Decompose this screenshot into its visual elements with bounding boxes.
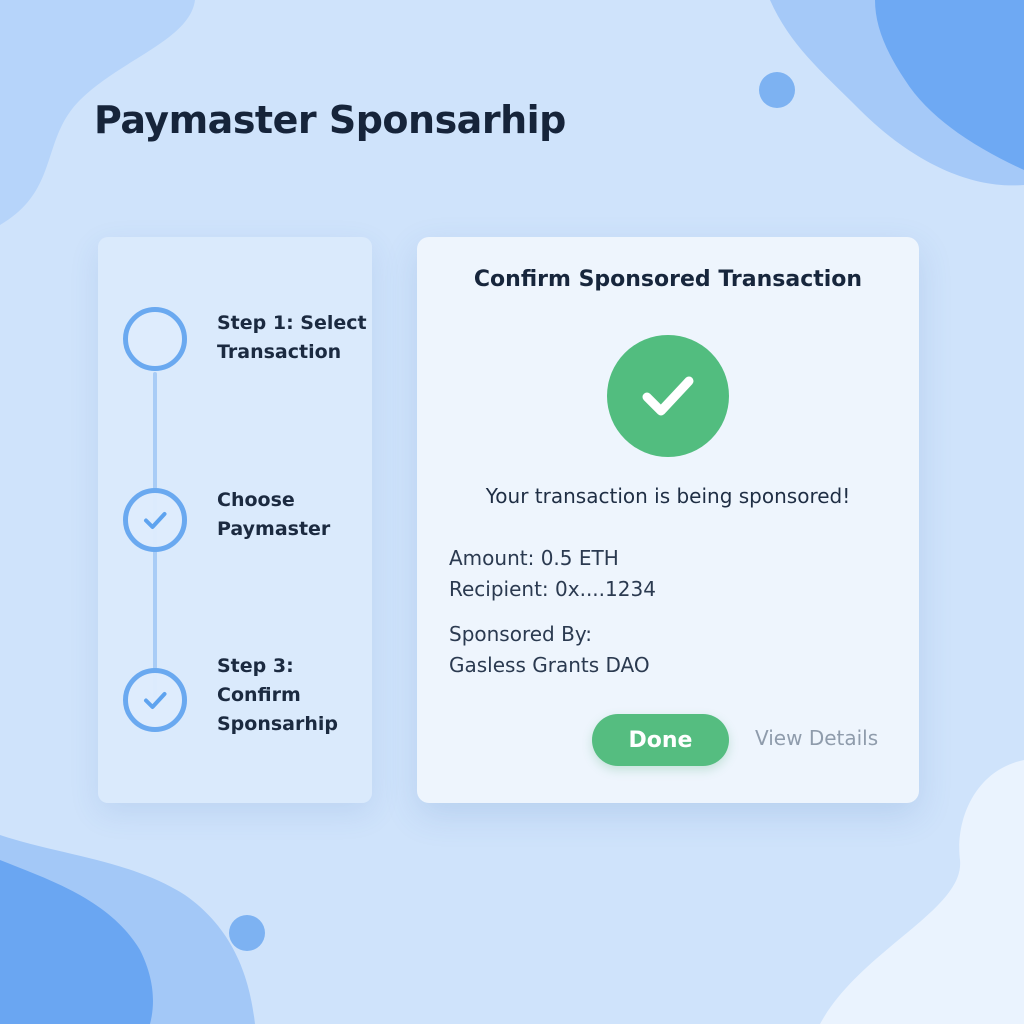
card-title: Confirm Sponsored Transaction: [473, 267, 863, 292]
step-1-label[interactable]: Step 1: Select Transaction: [217, 309, 367, 367]
recipient-text: Recipient: 0x....1234: [449, 577, 656, 601]
check-icon: [642, 376, 694, 416]
view-details-link[interactable]: View Details: [755, 726, 878, 750]
sponsored-by-label: Sponsored By:: [449, 622, 592, 646]
done-button[interactable]: Done: [592, 714, 729, 766]
check-icon: [144, 512, 167, 529]
status-message: Your transaction is being sponsored!: [485, 484, 851, 508]
step-3-indicator[interactable]: [123, 668, 187, 732]
amount-text: Amount: 0.5 ETH: [449, 546, 619, 570]
check-circle-icon: [607, 335, 729, 457]
step-3-label[interactable]: Step 3: Confirm Sponsarhip: [217, 652, 338, 739]
step-2-label[interactable]: Choose Paymaster: [217, 486, 330, 544]
page-title: Paymaster Sponsarhip: [94, 98, 566, 142]
step-2-indicator[interactable]: [123, 488, 187, 552]
sponsor-name: Gasless Grants DAO: [449, 653, 650, 677]
step-1-indicator[interactable]: [123, 307, 187, 371]
confirm-transaction-card: Confirm Sponsored Transaction Your trans…: [417, 237, 919, 803]
steps-panel: Step 1: Select Transaction Choose Paymas…: [98, 237, 372, 803]
check-icon: [144, 692, 167, 709]
